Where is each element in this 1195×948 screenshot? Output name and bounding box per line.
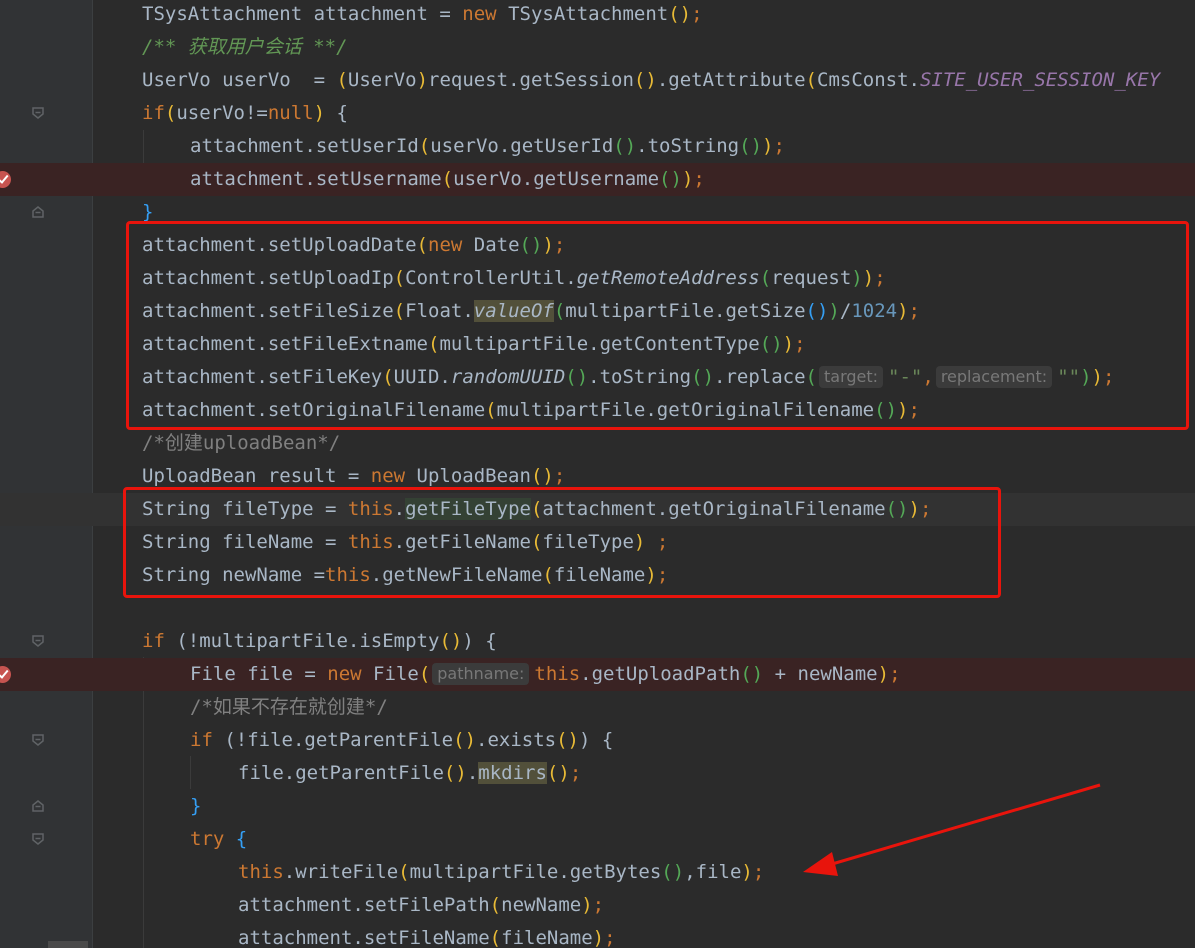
fold-marker-icon[interactable]: [31, 106, 45, 120]
code-line[interactable]: attachment.setFileSize(Float.valueOf(mul…: [0, 295, 1195, 328]
code-line-breakpoint[interactable]: attachment.setUsername(userVo.getUsernam…: [0, 163, 1195, 196]
code-text: UploadBean result = new UploadBean();: [142, 465, 566, 487]
code-text: attachment.setFileExtname(multipartFile.…: [142, 333, 806, 355]
code-text: attachment.setFilePath(newName);: [238, 894, 605, 916]
horizontal-scrollbar-thumb[interactable]: [48, 941, 88, 948]
code-line[interactable]: attachment.setOriginalFilename(multipart…: [0, 394, 1195, 427]
fold-marker-icon[interactable]: [31, 733, 45, 747]
code-text: UserVo userVo = (UserVo)request.getSessi…: [142, 69, 1161, 91]
code-text: if (!multipartFile.isEmpty()) {: [142, 630, 497, 652]
code-line[interactable]: if (!file.getParentFile().exists()) {: [0, 724, 1195, 757]
code-line[interactable]: UserVo userVo = (UserVo)request.getSessi…: [0, 64, 1195, 97]
fold-end-icon[interactable]: [31, 205, 45, 219]
code-text: TSysAttachment attachment = new TSysAtta…: [142, 3, 703, 25]
code-line-current[interactable]: String fileType = this.getFileType(attac…: [0, 493, 1195, 526]
code-text: this.writeFile(multipartFile.getBytes(),…: [238, 861, 765, 883]
code-line[interactable]: /*创建uploadBean*/: [0, 427, 1195, 460]
code-text: File file = new File(pathname: this.getUp…: [190, 663, 901, 685]
code-text: try {: [190, 828, 248, 850]
code-text: if(userVo!=null) {: [142, 102, 348, 124]
code-line[interactable]: /** 获取用户会话 **/: [0, 31, 1195, 64]
code-text: String fileType = this.getFileType(attac…: [142, 498, 932, 520]
code-line[interactable]: file.getParentFile().mkdirs();: [0, 757, 1195, 790]
code-line[interactable]: String newName =this.getNewFileName(file…: [0, 559, 1195, 592]
code-line[interactable]: this.writeFile(multipartFile.getBytes(),…: [0, 856, 1195, 889]
code-text: }: [142, 201, 154, 223]
code-text: attachment.setUploadIp(ControllerUtil.ge…: [142, 267, 886, 289]
code-text: /** 获取用户会话 **/: [142, 36, 348, 58]
code-line[interactable]: /*如果不存在就创建*/: [0, 691, 1195, 724]
code-line[interactable]: attachment.setFilePath(newName);: [0, 889, 1195, 922]
code-line[interactable]: TSysAttachment attachment = new TSysAtta…: [0, 0, 1195, 31]
code-line[interactable]: String fileName = this.getFileName(fileT…: [0, 526, 1195, 559]
code-line[interactable]: attachment.setUploadIp(ControllerUtil.ge…: [0, 262, 1195, 295]
code-text: String newName =this.getNewFileName(file…: [142, 564, 669, 586]
fold-marker-icon[interactable]: [31, 832, 45, 846]
code-text: attachment.setUsername(userVo.getUsernam…: [190, 168, 705, 190]
parameter-hint-target: target:: [819, 366, 884, 388]
code-line[interactable]: try {: [0, 823, 1195, 856]
code-line[interactable]: if(userVo!=null) {: [0, 97, 1195, 130]
code-comment: /*创建uploadBean*/: [142, 432, 341, 454]
code-line-breakpoint[interactable]: File file = new File(pathname: this.getUp…: [0, 658, 1195, 691]
code-line[interactable]: attachment.setFileKey(UUID.randomUUID().…: [0, 361, 1195, 394]
code-text: attachment.setUserId(userVo.getUserId().…: [190, 135, 785, 157]
code-line[interactable]: UploadBean result = new UploadBean();: [0, 460, 1195, 493]
parameter-hint-replacement: replacement:: [935, 366, 1053, 388]
code-line[interactable]: attachment.setUploadDate(new Date());: [0, 229, 1195, 262]
code-text: if (!file.getParentFile().exists()) {: [190, 729, 614, 751]
code-line[interactable]: }: [0, 196, 1195, 229]
code-text: attachment.setOriginalFilename(multipart…: [142, 399, 920, 421]
fold-marker-icon[interactable]: [31, 634, 45, 648]
code-line[interactable]: if (!multipartFile.isEmpty()) {: [0, 625, 1195, 658]
code-line[interactable]: attachment.setFileExtname(multipartFile.…: [0, 328, 1195, 361]
fold-end-icon[interactable]: [31, 799, 45, 813]
code-text: attachment.setFileSize(Float.valueOf(mul…: [142, 300, 920, 322]
code-comment: /*如果不存在就创建*/: [190, 696, 388, 718]
code-text: String fileName = this.getFileName(fileT…: [142, 531, 669, 553]
code-line[interactable]: attachment.setFileName(fileName);: [0, 922, 1195, 948]
breakpoint-check-icon[interactable]: [0, 666, 11, 683]
code-line[interactable]: }: [0, 790, 1195, 823]
code-text: file.getParentFile().mkdirs();: [238, 762, 582, 784]
parameter-hint-pathname: pathname:: [432, 663, 530, 685]
breakpoint-check-icon[interactable]: [0, 171, 11, 188]
code-line[interactable]: attachment.setUserId(userVo.getUserId().…: [0, 130, 1195, 163]
code-text: attachment.setFileName(fileName);: [238, 927, 616, 948]
code-text: attachment.setFileKey(UUID.randomUUID().…: [142, 366, 1115, 388]
code-text: attachment.setUploadDate(new Date());: [142, 234, 566, 256]
code-text: }: [190, 795, 202, 817]
code-editor[interactable]: TSysAttachment attachment = new TSysAtta…: [0, 0, 1195, 948]
